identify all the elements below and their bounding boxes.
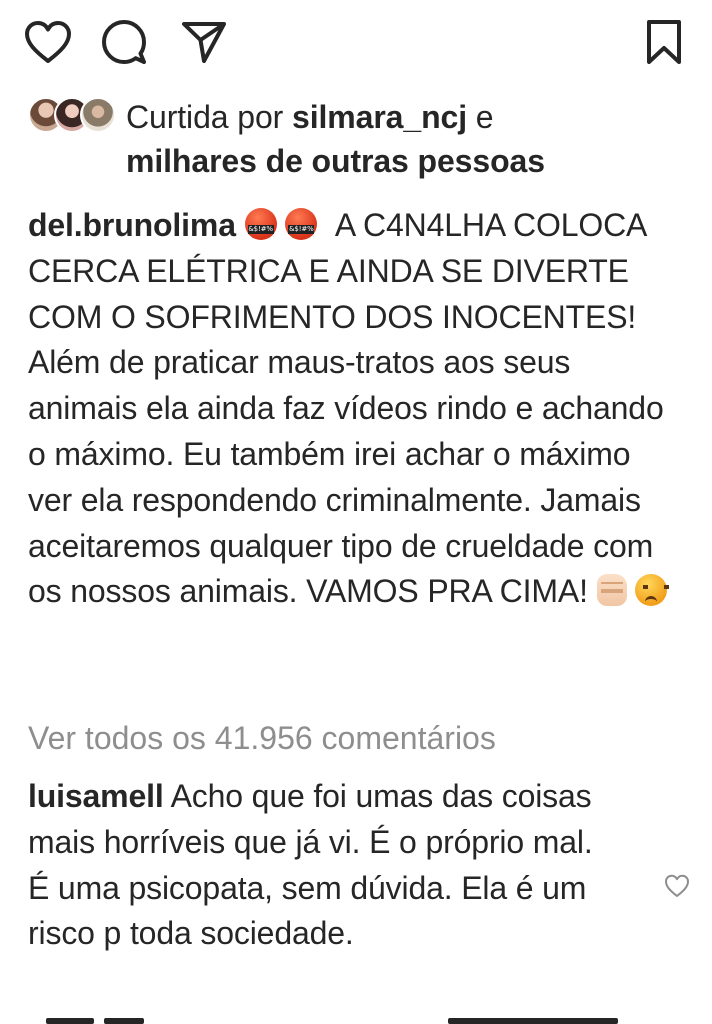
view-all-comments-link[interactable]: Ver todos os 41.956 comentários	[28, 716, 496, 760]
paper-plane-icon[interactable]	[180, 18, 228, 66]
text-fragment	[104, 1018, 144, 1024]
comment-username-link[interactable]: luisamell	[28, 778, 164, 814]
post-action-bar	[24, 18, 688, 70]
raised-fist-emoji-icon	[596, 574, 627, 607]
liker-username-link[interactable]: silmara_ncj	[292, 99, 467, 135]
post-caption: del.brunolima A C4N4LHA COLOCA CERCA ELÉ…	[28, 203, 674, 615]
caption-username-link[interactable]: del.brunolima	[28, 207, 236, 243]
text-fragment	[46, 1018, 94, 1024]
likes-prefix: Curtida por	[126, 99, 292, 135]
likes-others-link[interactable]: milhares de outras pessoas	[126, 143, 545, 179]
cursing-face-emoji-icon	[244, 208, 277, 240]
bookmark-outline-icon[interactable]	[640, 18, 688, 66]
comment-item: luisamell Acho que foi umas das coisas m…	[28, 774, 622, 957]
liker-avatars[interactable]	[28, 97, 116, 133]
avatar	[80, 97, 116, 133]
likes-middle: e	[467, 99, 494, 135]
caption-text: A C4N4LHA COLOCA CERCA ELÉTRICA E AINDA …	[28, 207, 664, 610]
comment-bubble-icon[interactable]	[100, 18, 148, 66]
heart-outline-small-icon[interactable]	[664, 874, 692, 902]
heart-outline-icon[interactable]	[24, 18, 72, 66]
likes-text: Curtida por silmara_ncj e milhares de out…	[126, 95, 692, 183]
cursing-face-emoji-icon	[285, 208, 318, 240]
text-fragment	[448, 1018, 618, 1024]
angry-face-emoji-icon	[635, 574, 670, 607]
next-comment-partial	[28, 1012, 684, 1024]
